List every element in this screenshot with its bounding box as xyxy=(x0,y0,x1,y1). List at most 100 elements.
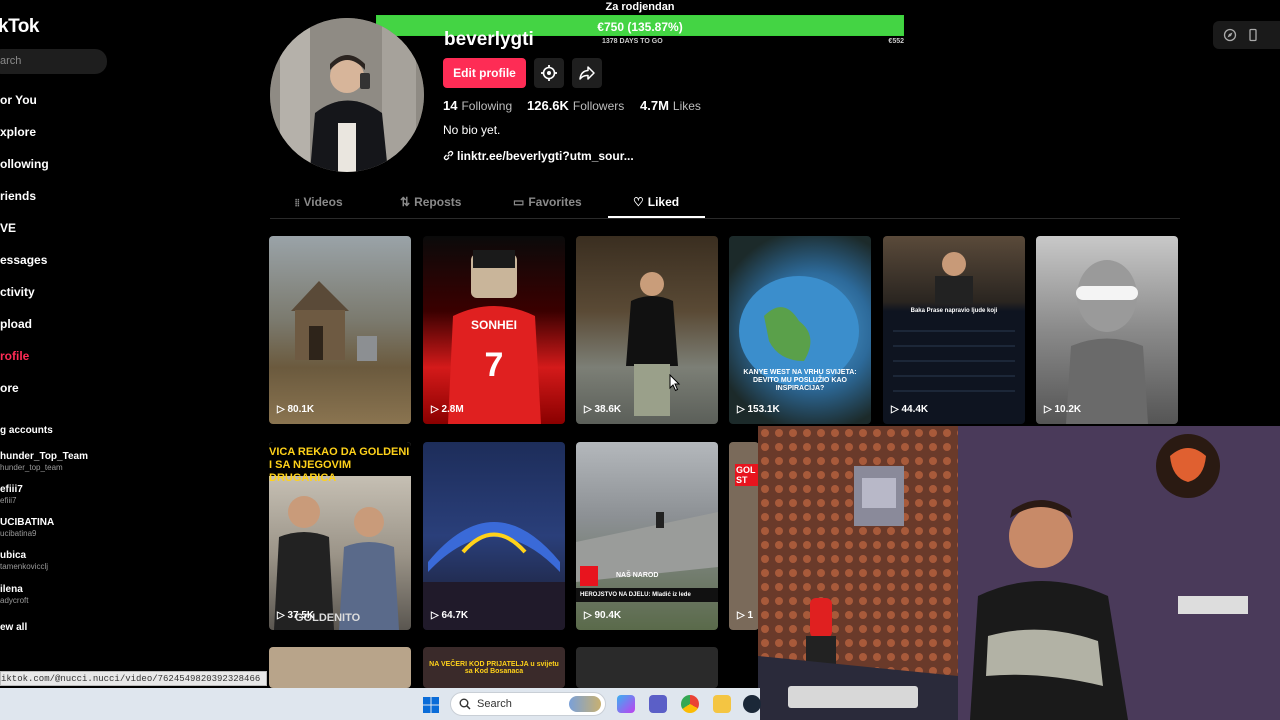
see-all-link[interactable]: ew all xyxy=(0,622,27,633)
account-item[interactable]: hunder_Top_Team hunder_top_team xyxy=(0,451,88,472)
nav-for-you[interactable]: or You xyxy=(0,93,37,107)
video-views: ▷ 1 xyxy=(737,610,754,621)
video-thumbnail xyxy=(1066,260,1148,424)
video-tile[interactable]: ▷ 38.6K xyxy=(576,236,718,424)
copilot-icon[interactable] xyxy=(617,695,635,713)
video-thumbnail xyxy=(576,512,718,602)
likes-count: 4.7M xyxy=(640,98,669,113)
tab-label: Reposts xyxy=(414,195,462,209)
nav-activity[interactable]: ctivity xyxy=(0,285,35,299)
followers-count: 126.6K xyxy=(527,98,569,113)
video-views: ▷ 10.2K xyxy=(1044,404,1082,415)
steam-icon[interactable] xyxy=(743,695,761,713)
video-tile[interactable] xyxy=(269,647,411,688)
video-views: ▷ 64.7K xyxy=(431,610,469,621)
profile-link-text: linktr.ee/beverlygti?utm_sour... xyxy=(457,149,634,163)
nav-upload[interactable]: pload xyxy=(0,317,32,331)
search-input[interactable]: arch xyxy=(0,49,107,74)
video-views: ▷ 2.8M xyxy=(431,404,464,415)
phone-icon[interactable] xyxy=(1246,28,1260,42)
account-handle: efiii7 xyxy=(0,496,17,505)
video-tile[interactable]: 7 SONHEI ▷ 2.8M xyxy=(423,236,565,424)
tab-reposts[interactable]: ⇅ Reposts xyxy=(400,195,461,209)
webcam-feed xyxy=(758,426,1280,720)
windows-start-icon[interactable] xyxy=(423,697,439,713)
video-tile[interactable]: VICA REKAO DA GOLDENI I SA NJEGOVIM DRUG… xyxy=(269,442,411,630)
sidebar: kTok arch or You xplore ollowing riends … xyxy=(0,0,120,690)
account-item[interactable]: UCIBATINA ucibatina9 xyxy=(0,517,54,538)
link-icon xyxy=(443,150,454,161)
bookmark-icon: ▭ xyxy=(513,195,525,209)
view-count: 90.4K xyxy=(594,610,622,621)
followers-stat[interactable]: 126.6K Followers xyxy=(527,98,624,113)
profile-bio: No bio yet. xyxy=(443,123,501,137)
video-thumbnail xyxy=(423,522,565,630)
account-handle: ucibatina9 xyxy=(0,529,37,538)
view-count: 38.6K xyxy=(594,404,622,415)
view-count: 2.8M xyxy=(441,404,464,415)
video-tile[interactable]: NAŠ NAROD HEROJSTVO NA DJELU: Mladić iz … xyxy=(576,442,718,630)
video-views: ▷ 80.1K xyxy=(277,404,315,415)
view-count: 64.7K xyxy=(441,610,469,621)
profile-avatar[interactable] xyxy=(270,18,424,172)
video-tile[interactable]: KANYE WEST NA VRHU SVIJETA: DEVITO MU PO… xyxy=(729,236,871,424)
tab-favorites[interactable]: ▭ Favorites xyxy=(513,195,582,209)
edit-profile-button[interactable]: Edit profile xyxy=(443,58,526,88)
active-tab-underline xyxy=(608,216,705,218)
followers-label: Followers xyxy=(572,99,625,113)
video-tile[interactable]: ▷ 64.7K xyxy=(423,442,565,630)
account-handle: hunder_top_team xyxy=(0,463,63,472)
chrome-icon[interactable] xyxy=(681,695,699,713)
video-caption: SONHEI xyxy=(470,318,517,332)
svg-text:7: 7 xyxy=(485,346,504,384)
repost-icon: ⇅ xyxy=(400,195,411,209)
compass-icon[interactable] xyxy=(1223,28,1237,42)
nav-profile[interactable]: rofile xyxy=(0,349,29,363)
video-tile[interactable]: ▷ 80.1K xyxy=(269,236,411,424)
share-profile-button[interactable] xyxy=(572,58,602,88)
account-name: ilena xyxy=(0,584,23,595)
file-explorer-icon[interactable] xyxy=(713,695,731,713)
following-stat[interactable]: 14 Following xyxy=(443,98,512,113)
nav-messages[interactable]: essages xyxy=(0,253,47,267)
settings-button[interactable] xyxy=(534,58,564,88)
video-tile[interactable]: Baka Prase napravio ljude koji ▷ 44.4K xyxy=(883,236,1025,424)
nav-live[interactable]: VE xyxy=(0,221,16,235)
video-tile[interactable]: NA VEČERI KOD PRIJATELJA u svijetu sa Ko… xyxy=(423,647,565,688)
windows-taskbar: Search xyxy=(0,688,761,720)
account-name: ubica xyxy=(0,550,27,561)
nav-explore[interactable]: xplore xyxy=(0,125,36,139)
mouse-cursor-icon xyxy=(669,374,681,392)
taskbar-search[interactable]: Search xyxy=(450,692,606,716)
video-views: ▷ 90.4K xyxy=(584,610,622,621)
tab-label: Favorites xyxy=(528,195,582,209)
tiktok-logo[interactable]: kTok xyxy=(0,16,39,38)
video-thumbnail xyxy=(893,252,1015,392)
account-name: efiii7 xyxy=(0,484,23,495)
nav-following[interactable]: ollowing xyxy=(0,157,49,171)
donation-elapsed: 1378 DAYS TO GO xyxy=(602,38,663,45)
search-placeholder: arch xyxy=(0,55,22,67)
account-item[interactable]: efiii7 efiii7 xyxy=(0,484,23,505)
video-views: ▷ 38.6K xyxy=(584,404,622,415)
view-count: 153.1K xyxy=(747,404,780,415)
video-caption: GOL ST xyxy=(735,464,759,486)
video-tile[interactable] xyxy=(576,647,718,688)
video-tile[interactable]: GOL ST ▷ 1 xyxy=(729,442,759,630)
nav-friends[interactable]: riends xyxy=(0,189,36,203)
following-label: Following xyxy=(461,99,513,113)
likes-stat: 4.7M Likes xyxy=(640,98,701,113)
tab-videos[interactable]: ⦙⦙ Videos xyxy=(295,195,343,209)
account-item[interactable]: ilena adycroft xyxy=(0,584,28,605)
account-name: UCIBATINA xyxy=(0,517,55,528)
tab-liked[interactable]: ♡ Liked xyxy=(633,195,679,209)
video-thumbnail xyxy=(626,272,678,416)
nav-more[interactable]: ore xyxy=(0,381,19,395)
profile-link[interactable]: linktr.ee/beverlygti?utm_sour... xyxy=(443,149,634,163)
account-item[interactable]: ubica tamenkovicclj xyxy=(0,550,48,571)
video-tile[interactable]: ▷ 10.2K xyxy=(1036,236,1178,424)
video-caption: Baka Prase napravio ljude koji xyxy=(910,308,998,314)
teams-icon[interactable] xyxy=(649,695,667,713)
video-caption: NA VEČERI KOD PRIJATELJA u svijetu sa Ko… xyxy=(429,661,559,675)
likes-label: Likes xyxy=(672,99,701,113)
